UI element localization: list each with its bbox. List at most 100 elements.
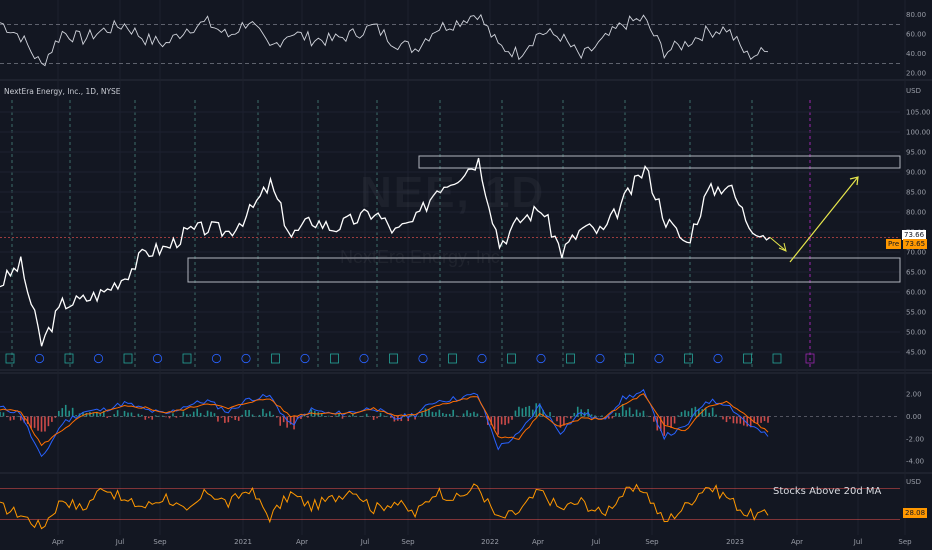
dividend-marker [477, 353, 487, 364]
dividend-marker [359, 353, 369, 364]
x-tick-label: Jul [115, 538, 125, 546]
dividend-marker [211, 353, 222, 364]
earnings-marker [684, 353, 693, 364]
macd-histogram-bar [258, 414, 261, 417]
x-tick-label: Sep [153, 538, 167, 546]
watermark-symbol: NEE, 1D [360, 168, 546, 217]
x-tick-label: 2022 [481, 538, 499, 546]
earnings-marker [772, 353, 782, 364]
macd-histogram-bar [673, 416, 676, 424]
macd-histogram-bar [729, 416, 731, 420]
macd-histogram-bar [0, 411, 1, 417]
macd-histogram-bar [691, 408, 693, 417]
dividend-marker [713, 353, 723, 364]
macd-histogram-bar [286, 416, 288, 428]
macd-histogram-bar [452, 409, 454, 417]
macd-histogram-bar [725, 416, 728, 423]
price-y-tick: 95.00 [906, 149, 926, 157]
macd-histogram-bar [497, 416, 499, 435]
macd-histogram-bar [206, 410, 209, 417]
earnings-marker [507, 353, 516, 364]
macd-histogram-bar [500, 416, 503, 425]
macd-histogram-bar [670, 416, 672, 429]
price-y-tick: 50.00 [906, 329, 926, 337]
macd-histogram-bar [165, 416, 167, 418]
macd-histogram-bar [13, 416, 15, 420]
macd-histogram-bar [410, 414, 413, 417]
macd-histogram-bar [141, 414, 143, 417]
resistance-zone [418, 155, 901, 169]
macd-histogram-bar [40, 416, 43, 432]
macd-histogram-bar [262, 408, 264, 417]
macd-histogram-bar [182, 411, 185, 417]
macd-histogram-bar [127, 412, 129, 417]
macd-line [0, 388, 769, 458]
x-tick-label: 2021 [234, 538, 252, 546]
price-y-tick: 60.00 [906, 289, 926, 297]
macd-histogram-bar [556, 416, 558, 422]
macd-histogram-bar [614, 412, 617, 417]
x-tick-label: Apr [52, 538, 64, 546]
macd-histogram-bar [265, 413, 268, 417]
rsi-y-tick: 60.00 [906, 31, 926, 39]
macd-histogram-bar [334, 415, 337, 417]
x-tick-label: 2023 [726, 538, 744, 546]
macd-histogram-bar [663, 416, 666, 436]
macd-histogram-bar [611, 416, 614, 419]
macd-histogram-bar [210, 411, 212, 417]
breadth-line [0, 483, 769, 530]
x-tick-label: Apr [296, 538, 308, 546]
macd-histogram-bar [573, 412, 576, 417]
macd-histogram-bar [566, 416, 569, 418]
macd-histogram-bar [518, 406, 520, 417]
macd-histogram-bar [189, 414, 192, 417]
macd-histogram-bar [358, 416, 361, 417]
macd-histogram-bar [196, 408, 198, 417]
earnings-marker [743, 353, 752, 364]
macd-histogram-bar [379, 412, 382, 417]
macd-y-tick: 2.00 [906, 391, 922, 399]
macd-histogram-bar [462, 413, 465, 417]
x-tick-label: Jul [853, 538, 863, 546]
macd-histogram-bar [362, 415, 365, 417]
macd-histogram-bar [680, 411, 683, 417]
macd-histogram-bar [144, 416, 147, 420]
macd-histogram-bar [493, 416, 496, 430]
support-zone [187, 257, 901, 283]
macd-histogram-bar [151, 416, 154, 420]
macd-histogram-bar [227, 416, 230, 423]
macd-histogram-bar [442, 413, 444, 417]
macd-histogram-bar [248, 409, 250, 417]
x-tick-label: Sep [401, 538, 415, 546]
macd-histogram-bar [154, 415, 157, 417]
macd-histogram-bar [365, 413, 368, 417]
indicator-label: Stocks Above 20d MA [773, 486, 882, 497]
macd-histogram-bar [677, 415, 679, 417]
macd-histogram-bar [168, 416, 171, 419]
macd-y-tick: -2.00 [906, 435, 924, 443]
macd-histogram-bar [51, 416, 53, 422]
macd-histogram-bar [428, 409, 430, 417]
macd-histogram-bar [175, 416, 178, 418]
macd-histogram-bar [237, 416, 240, 421]
macd-histogram-bar [9, 416, 12, 421]
rsi-y-tick: 20.00 [906, 70, 926, 78]
macd-histogram-bar [2, 412, 5, 417]
rsi-y-tick: 80.00 [906, 11, 926, 19]
macd-histogram-bar [732, 416, 735, 424]
macd-histogram-bar [684, 410, 686, 417]
macd-histogram-bar [282, 416, 285, 423]
macd-histogram-bar [736, 416, 738, 424]
macd-histogram-bar [590, 414, 593, 417]
macd-histogram-bar [528, 405, 531, 417]
macd-histogram-bar [324, 416, 326, 417]
macd-histogram-bar [33, 416, 36, 428]
macd-histogram-bar [47, 416, 50, 427]
macd-histogram-bar [199, 412, 202, 417]
macd-histogram-bar [445, 413, 448, 417]
macd-histogram-bar [421, 412, 423, 417]
macd-histogram-bar [123, 410, 126, 417]
breadth-last-tag: 28.08 [903, 508, 928, 518]
macd-histogram-bar [348, 415, 351, 417]
dividend-marker [93, 353, 104, 364]
